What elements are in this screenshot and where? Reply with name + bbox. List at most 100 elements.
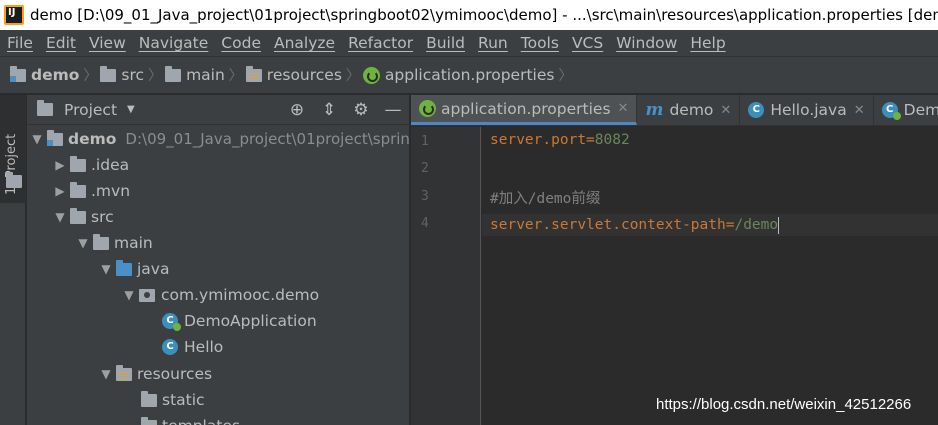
folder-icon [100,65,117,82]
code-line-4[interactable]: server.servlet.context-path=/demo [482,214,938,236]
chevron-right-icon: 〉 [148,68,163,84]
project-folder-icon [37,100,53,116]
expand-arrow-icon[interactable]: ▼ [96,262,116,276]
expand-arrow-icon[interactable]: ▼ [73,236,93,250]
maven-icon: m [645,100,664,120]
project-tool-window-tab[interactable]: 1: Project [0,95,26,203]
line-number-gutter: 1 2 3 4 [411,127,481,425]
left-tool-strip: 1: Project [0,95,26,425]
close-icon[interactable]: ✕ [854,103,865,118]
tab-hello-java[interactable]: C Hello.java ✕ [740,95,874,125]
tree-item-static[interactable]: static [141,387,205,413]
spring-boot-class-icon: C [881,102,901,120]
breadcrumb-item-src[interactable]: src 〉 [100,65,162,85]
menu-navigate[interactable]: Navigate [134,34,214,52]
folder-icon [93,233,109,250]
text-caret [778,216,780,234]
menu-file[interactable]: File [2,34,38,52]
locate-crosshair-icon[interactable]: ⊕ [281,100,313,120]
tree-item-idea[interactable]: ▶ .idea [50,152,129,178]
tree-item-package[interactable]: ▼ com.ymimooc.demo [119,282,319,308]
menu-build[interactable]: Build [421,34,470,52]
module-folder-icon [10,65,26,82]
tab-demoapplication-java[interactable]: C DemoApplication.java [874,95,938,125]
tab-application-properties[interactable]: application.properties ✕ [411,95,638,125]
spring-leaf-icon [362,66,380,84]
window-title: demo [D:\09_01_Java_project\01project\sp… [30,6,938,24]
project-view-selector[interactable]: Project [64,101,117,119]
tree-item-mvn[interactable]: ▶ .mvn [50,178,130,204]
package-icon [139,288,155,302]
line-number: 3 [421,189,429,204]
folder-icon [70,207,86,224]
collapse-arrow-icon[interactable]: ▶ [50,184,70,198]
chevron-right-icon: 〉 [83,68,98,84]
menu-analyze[interactable]: Analyze [269,34,340,52]
breadcrumb-item-main[interactable]: main 〉 [165,65,243,85]
chevron-right-icon: 〉 [228,68,243,84]
expand-arrow-icon[interactable]: ▼ [119,288,139,302]
tree-item-main[interactable]: ▼ main [73,230,153,256]
menu-tools[interactable]: Tools [516,34,564,52]
code-line-3[interactable]: #加入/demo前缀 [490,187,600,208]
spring-leaf-icon [419,100,436,117]
intellij-logo-icon [4,5,24,25]
tab-demo[interactable]: m demo ✕ [637,95,741,125]
module-folder-icon [47,129,63,146]
project-panel: Project ▼ ⊕ ⇕ ⚙ — ▼ demo D:\09_01_Java_p… [27,95,410,425]
tree-item-demoapplication[interactable]: C DemoApplication [162,308,317,334]
breadcrumb: demo 〉 src 〉 main 〉 resources 〉 applicat… [0,56,938,94]
editor: application.properties ✕ m demo ✕ C Hell… [411,95,938,425]
menu-edit[interactable]: Edit [41,34,81,52]
menu-view[interactable]: View [84,34,131,52]
spring-boot-class-icon: C [162,313,181,331]
close-icon[interactable]: ✕ [618,101,629,116]
line-number: 4 [421,216,429,231]
menu-window[interactable]: Window [611,34,682,52]
class-icon: C [748,102,765,118]
folder-icon [141,416,157,425]
expand-arrow-icon[interactable]: ▼ [27,132,47,146]
code-line-1[interactable]: server.port=8082 [490,132,630,148]
breadcrumb-item-demo[interactable]: demo 〉 [10,65,97,85]
chevron-right-icon: 〉 [345,68,360,84]
menu-refactor[interactable]: Refactor [343,34,418,52]
gear-icon[interactable]: ⚙ [345,100,377,120]
editor-tabs: application.properties ✕ m demo ✕ C Hell… [411,95,938,126]
resources-folder-icon [245,65,262,82]
menu-run[interactable]: Run [473,34,513,52]
folder-icon [70,155,86,172]
source-folder-icon [116,259,132,276]
menu-help[interactable]: Help [685,34,730,52]
resources-folder-icon [116,364,132,381]
watermark: https://blog.csdn.net/weixin_42512266 [656,396,912,413]
expand-arrow-icon[interactable]: ▼ [50,210,70,224]
menu-vcs[interactable]: VCS [567,34,608,52]
folder-icon [165,65,182,82]
chevron-right-icon: 〉 [558,68,573,84]
project-panel-header: Project ▼ ⊕ ⇕ ⚙ — [27,95,409,125]
tree-item-resources[interactable]: ▼ resources [96,361,212,387]
collapse-arrow-icon[interactable]: ▶ [50,158,70,172]
line-number: 2 [421,161,429,176]
menu-code[interactable]: Code [216,34,266,52]
collapse-all-icon[interactable]: ⇕ [313,100,345,120]
class-icon: C [162,339,178,355]
tree-item-src[interactable]: ▼ src [50,204,114,230]
breadcrumb-item-resources[interactable]: resources 〉 [245,65,360,85]
expand-arrow-icon[interactable]: ▼ [96,367,116,381]
line-number: 1 [421,134,429,149]
code-area[interactable]: server.port=8082 #加入/demo前缀 server.servl… [482,127,938,425]
folder-icon [6,172,22,188]
tree-item-hello[interactable]: C Hello [162,334,223,360]
folder-icon [141,390,157,407]
breadcrumb-item-application-properties[interactable]: application.properties 〉 [362,65,573,85]
module-path: D:\09_01_Java_project\01project\springbo… [125,130,410,148]
tree-item-java[interactable]: ▼ java [96,256,169,282]
menu-bar: File Edit View Navigate Code Analyze Ref… [0,30,938,56]
tree-item-demo[interactable]: ▼ demo D:\09_01_Java_project\01project\s… [27,126,410,152]
close-icon[interactable]: ✕ [720,103,731,118]
chevron-down-icon[interactable]: ▼ [127,104,135,115]
tree-item-templates[interactable]: templates [141,413,240,425]
hide-panel-icon[interactable]: — [377,100,409,120]
